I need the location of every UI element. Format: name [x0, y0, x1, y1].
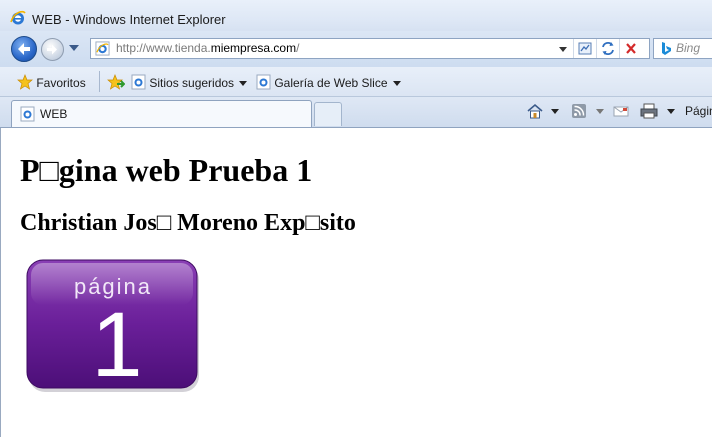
feeds-icon[interactable] — [570, 102, 588, 120]
image-number-text: 1 — [91, 294, 142, 392]
address-url[interactable]: http://www.tienda.miempresa.com/ — [116, 41, 299, 55]
url-prefix: http://www.tienda. — [116, 41, 211, 55]
forward-arrow-icon — [47, 44, 57, 55]
suggested-sites-dropdown-icon — [239, 81, 248, 87]
refresh-button[interactable] — [596, 39, 619, 58]
stop-button[interactable] — [619, 39, 642, 58]
ie-page-icon — [131, 74, 146, 90]
search-box[interactable]: Bing — [653, 38, 712, 59]
compatibility-view-button[interactable] — [573, 39, 596, 58]
page-icon — [95, 41, 110, 56]
favorites-label: Favoritos — [36, 76, 86, 90]
favorites-button[interactable]: Favoritos — [17, 74, 86, 90]
address-dropdown-arrow[interactable] — [559, 47, 567, 52]
url-suffix: / — [296, 41, 300, 55]
recent-pages-dropdown[interactable] — [69, 45, 79, 51]
stop-icon — [626, 43, 636, 54]
home-icon[interactable] — [525, 102, 545, 120]
web-slice-gallery-button[interactable]: Galería de Web Slice — [256, 74, 401, 90]
add-to-favorites-bar-button[interactable] — [107, 74, 126, 90]
refresh-icon — [602, 42, 614, 55]
compatibility-view-icon — [578, 42, 592, 55]
page-subheading: Christian Jos□ Moreno Exp□sito — [20, 210, 356, 236]
pagina-1-image: página 1 — [26, 259, 199, 392]
suggested-sites-label: Sitios sugeridos — [149, 76, 235, 90]
web-slice-gallery-dropdown-icon — [392, 81, 401, 87]
favorites-separator — [99, 71, 100, 92]
add-favorite-icon — [107, 74, 126, 90]
page-heading: P□gina web Prueba 1 — [20, 152, 313, 188]
read-mail-icon[interactable] — [612, 102, 630, 120]
feeds-dropdown-arrow[interactable] — [596, 109, 604, 114]
forward-button[interactable] — [41, 38, 64, 61]
back-button[interactable] — [11, 36, 37, 62]
web-slice-gallery-label: Galería de Web Slice — [274, 76, 388, 90]
home-dropdown-arrow[interactable] — [551, 109, 559, 114]
suggested-sites-button[interactable]: Sitios sugeridos — [131, 74, 248, 90]
print-icon[interactable] — [639, 102, 659, 120]
window-title: WEB - Windows Internet Explorer — [32, 12, 226, 27]
page-menu-button[interactable]: Págin — [685, 104, 712, 118]
search-provider-label: Bing — [676, 41, 701, 55]
navigation-bar: http://www.tienda.miempresa.com/ Bing — [0, 31, 712, 67]
back-arrow-icon — [18, 43, 30, 55]
page-content: P□gina web Prueba 1 Christian Jos□ Moren… — [0, 128, 712, 437]
ie-page-icon — [256, 74, 271, 90]
address-bar[interactable]: http://www.tienda.miempresa.com/ — [90, 38, 650, 59]
tab-page-icon — [20, 106, 35, 122]
favorites-bar: Favoritos Sitios sugeridos Galería de We… — [0, 67, 712, 97]
tab-label: WEB — [40, 107, 68, 121]
bing-icon — [662, 42, 671, 55]
print-dropdown-arrow[interactable] — [667, 109, 675, 114]
tab-bar: WEB Págin — [0, 97, 712, 128]
internet-explorer-icon — [10, 10, 26, 25]
favorites-star-icon — [17, 74, 33, 90]
tab-web[interactable]: WEB — [11, 100, 312, 127]
url-domain: miempresa.com — [210, 41, 297, 55]
new-tab-button[interactable] — [314, 102, 342, 126]
